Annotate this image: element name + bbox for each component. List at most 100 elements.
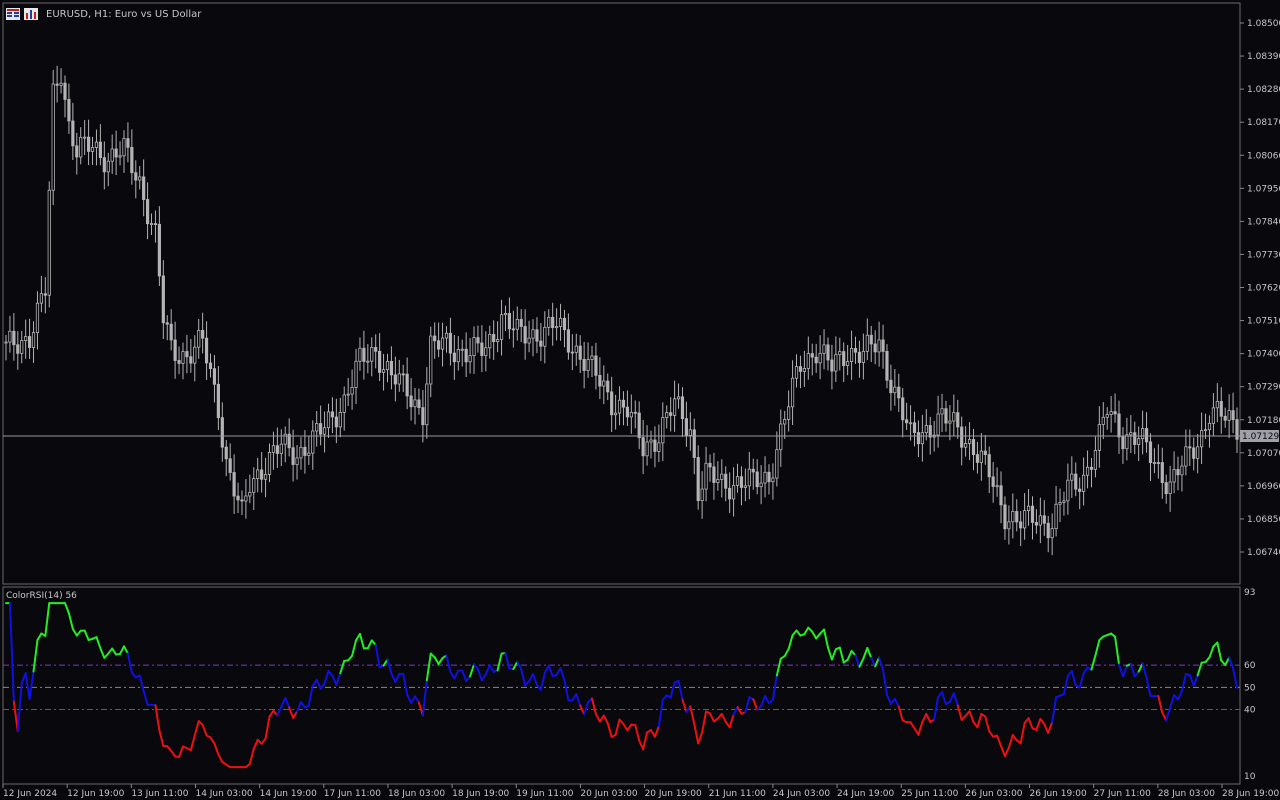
candle-body — [672, 398, 677, 416]
candle-body — [846, 361, 850, 366]
candle-body — [539, 340, 543, 347]
candle-body — [484, 347, 488, 356]
candle-body — [905, 419, 909, 424]
candle-body — [248, 491, 252, 497]
price-axis-label: 1.06740 — [1247, 548, 1280, 558]
menu-grid-icon[interactable] — [6, 8, 20, 20]
time-axis-label: 21 Jun 11:00 — [709, 789, 766, 799]
candle-body — [971, 439, 976, 455]
time-axis-label: 12 Jun 19:00 — [67, 789, 124, 799]
candle-body — [551, 316, 555, 329]
candle-body — [496, 339, 500, 343]
candle-body — [676, 396, 681, 400]
candle-body — [236, 495, 240, 501]
candle-body — [700, 488, 704, 502]
candle-body — [614, 412, 618, 416]
candle-body — [885, 351, 889, 381]
candle-body — [1129, 432, 1133, 436]
candle-body — [558, 317, 563, 327]
candle-body — [67, 99, 71, 122]
candle-body — [617, 399, 622, 414]
time-axis-label: 14 Jun 03:00 — [195, 789, 252, 799]
candle-body — [940, 408, 944, 415]
candle-body — [1023, 510, 1027, 529]
candle-body — [114, 148, 118, 158]
candle-body — [197, 330, 201, 348]
candle-body — [511, 328, 515, 331]
candle-body — [169, 323, 173, 341]
candle-body — [1109, 411, 1113, 415]
candle-body — [370, 346, 374, 362]
candle-body — [134, 172, 138, 181]
price-axis[interactable]: 1.08500 1.08390 1.08280 1.08170 1.08060 1.079… — [1240, 19, 1280, 558]
main-pane[interactable] — [2, 2, 1241, 585]
candle-body — [771, 477, 775, 483]
candle-body — [759, 482, 763, 488]
time-axis[interactable]: 12 Jun 2024 12 Jun 19:00 13 Jun 11:00 14 Ju… — [2, 784, 1279, 799]
candle-body — [374, 346, 378, 352]
candle-body — [743, 485, 747, 488]
rsi-axis-label: 93 — [1244, 588, 1255, 598]
candle-body — [649, 439, 653, 443]
candle-body — [979, 450, 983, 463]
candle-body — [1093, 450, 1098, 470]
candle-body — [590, 355, 594, 360]
chart-type-icon[interactable] — [24, 8, 38, 20]
candle-body — [413, 399, 417, 408]
candle-body — [739, 476, 744, 488]
chart-canvas[interactable]: 1.08500 1.08390 1.08280 1.08170 1.08060 1.079… — [0, 0, 1280, 800]
candle-body — [319, 423, 323, 435]
candle-body — [755, 471, 759, 488]
candle-body — [1144, 428, 1149, 443]
candle-body — [456, 349, 460, 363]
time-axis-label: 18 Jun 19:00 — [452, 789, 509, 799]
candle-body — [291, 447, 295, 465]
candle-body — [901, 397, 905, 421]
candle-body — [126, 138, 130, 148]
candle-body — [315, 423, 319, 432]
candle-body — [326, 411, 331, 429]
candle-body — [1101, 416, 1105, 425]
candle-body — [244, 495, 248, 502]
candle-body — [731, 484, 736, 500]
candle-body — [1207, 422, 1212, 431]
candle-body — [1054, 503, 1058, 530]
candle-body — [1038, 515, 1042, 526]
candle-body — [362, 347, 366, 362]
candle-body — [625, 406, 629, 418]
candle-body — [830, 359, 834, 372]
candle-body — [1203, 429, 1208, 432]
candle-body — [181, 351, 185, 364]
current-price-label: 1.07129 — [1242, 432, 1279, 442]
candle-body — [1184, 446, 1188, 467]
price-axis-label: 1.06850 — [1247, 515, 1280, 525]
candle-body — [857, 351, 862, 363]
rsi-pane[interactable] — [2, 586, 1241, 785]
candle-body — [818, 352, 822, 364]
candle-body — [586, 359, 590, 371]
candle-body — [4, 341, 8, 344]
candle-body — [275, 445, 279, 454]
candle-body — [448, 332, 453, 354]
candle-body — [967, 439, 972, 444]
price-axis-label: 1.08170 — [1247, 118, 1280, 128]
price-axis-label: 1.07070 — [1247, 449, 1280, 459]
candle-body — [433, 335, 437, 342]
rsi-axis[interactable]: 93 60 50 40 10 — [1244, 588, 1256, 782]
candle-body — [519, 319, 523, 327]
candle-body — [602, 380, 606, 387]
candle-body — [849, 347, 854, 362]
candle-body — [472, 337, 476, 357]
candle-body — [83, 136, 87, 139]
candle-body — [527, 337, 531, 344]
candle-body — [138, 176, 142, 181]
candle-body — [724, 473, 728, 489]
price-axis-label: 1.07950 — [1247, 184, 1280, 194]
candle-body — [1141, 428, 1145, 440]
candle-body — [629, 411, 633, 418]
candle-body — [692, 429, 696, 458]
candle-body — [712, 466, 716, 483]
time-axis-label: 24 Jun 03:00 — [773, 789, 830, 799]
candle-body — [657, 442, 661, 452]
candle-body — [822, 344, 826, 354]
